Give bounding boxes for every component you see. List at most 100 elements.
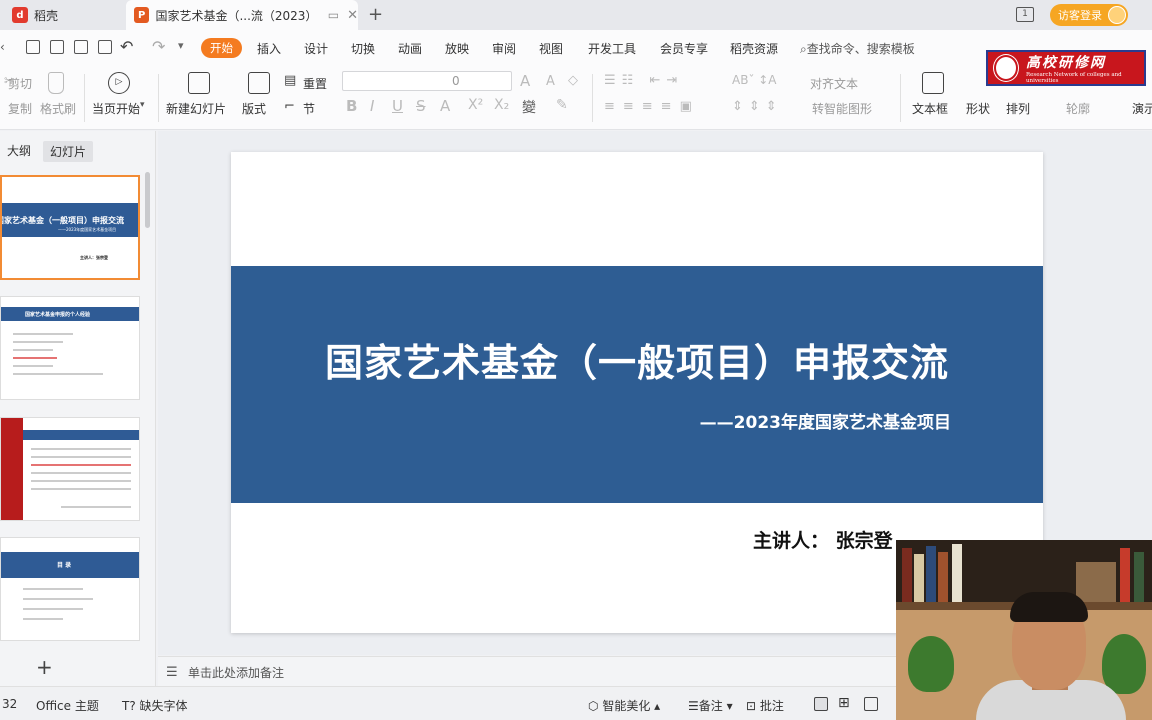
increase-font-icon[interactable]: A — [520, 72, 530, 90]
float-icon[interactable]: ▭ — [328, 8, 339, 22]
normal-view-icon[interactable] — [814, 697, 828, 711]
thumb-line — [23, 618, 63, 620]
comment-button[interactable]: ⊡ 批注 — [746, 697, 784, 714]
notes-placeholder: 单击此处添加备注 — [188, 666, 285, 680]
spacing-icons[interactable]: ⇕⇕⇕ — [732, 99, 783, 114]
smart-shape-button[interactable]: 转智能图形 — [812, 100, 872, 117]
menu-design[interactable]: 设计 — [304, 40, 328, 57]
theme-name[interactable]: Office 主题 — [36, 697, 99, 714]
menu-developer[interactable]: 开发工具 — [588, 40, 636, 57]
beautify-icon: ⬡ — [588, 699, 599, 713]
thumb-line — [13, 341, 63, 343]
text-direction-icon[interactable]: ABˇ ↕A — [732, 73, 777, 87]
clear-format-icon[interactable]: ◇ — [568, 73, 578, 88]
new-slide-icon — [188, 72, 210, 94]
italic-icon[interactable]: I — [370, 97, 374, 115]
section-button[interactable]: 节 — [303, 100, 315, 117]
panel-scrollbar[interactable] — [145, 172, 150, 228]
font-name-select[interactable] — [342, 71, 512, 91]
menu-animation[interactable]: 动画 — [398, 40, 422, 57]
align-icons[interactable]: ≡≡≡≡▣ — [604, 99, 700, 114]
subscript-icon[interactable]: X₂ — [494, 97, 509, 113]
menu-daoke-resources[interactable]: 稻壳资源 — [730, 40, 778, 57]
layout-button[interactable]: 版式 — [242, 100, 266, 117]
menu-start[interactable]: 开始 — [201, 38, 242, 58]
shape-button[interactable]: 形状 — [966, 100, 990, 117]
section-icon: ⌐ — [284, 99, 295, 114]
menu-view[interactable]: 视图 — [539, 40, 563, 57]
thumb-line — [61, 506, 131, 508]
underline-icon[interactable]: U — [392, 97, 403, 115]
highlight-icon[interactable]: ✎ — [556, 97, 568, 113]
tab-daoke-label: 稻壳 — [34, 8, 59, 23]
notes-label: 备注 — [698, 699, 723, 713]
command-search[interactable]: ⌕查找命令、搜索模板 — [800, 40, 915, 57]
slide-title[interactable]: 国家艺术基金（一般项目）申报交流 — [231, 332, 1043, 387]
phonetic-icon[interactable]: 變 — [522, 97, 536, 117]
format-painter-button[interactable]: 格式刷 — [40, 100, 76, 117]
slide-thumbnail-1[interactable]: 国家艺术基金（一般项目）申报交流 ——2023年度国家艺术基金项目 主讲人：张宗… — [0, 175, 140, 280]
menu-insert[interactable]: 插入 — [257, 40, 281, 57]
notes-button[interactable]: ☰备注 ▾ — [688, 697, 733, 714]
menu-transition[interactable]: 切换 — [351, 40, 375, 57]
slide-thumbnail-3[interactable] — [0, 417, 140, 521]
arrange-button[interactable]: 排列 — [1006, 100, 1030, 117]
superscript-icon[interactable]: X² — [468, 97, 483, 113]
slide-thumbnail-2[interactable]: 国家艺术基金申报的个人经验 — [0, 296, 140, 400]
reset-icon: ▤ — [284, 73, 297, 88]
thumb-title: 目 录 — [57, 562, 72, 569]
sorter-view-icon[interactable]: ⊞ — [838, 695, 850, 711]
reading-view-icon[interactable] — [864, 697, 878, 711]
menu-chevron-icon[interactable]: ‹ — [0, 40, 5, 54]
book — [1134, 552, 1144, 602]
play-current-button[interactable]: 当页开始 — [92, 100, 140, 117]
redo-icon[interactable]: ↷ — [152, 37, 165, 56]
slide-thumbnail-4[interactable]: 目 录 — [0, 537, 140, 641]
guest-login-button[interactable]: 访客登录 — [1050, 4, 1128, 26]
bold-icon[interactable]: B — [346, 97, 357, 115]
list-icons[interactable]: ☰☷ ⇤⇥ — [604, 73, 683, 88]
quick-access-dropdown-icon[interactable]: ▾ — [178, 39, 184, 52]
outline-button[interactable]: 轮廓 — [1066, 100, 1090, 117]
person-hair — [1010, 592, 1088, 622]
decrease-font-icon[interactable]: A — [546, 74, 555, 89]
window-layout-icon[interactable]: 1 — [1016, 7, 1034, 22]
add-slide-button[interactable]: + — [36, 655, 53, 679]
thumb-line — [13, 365, 53, 367]
menu-review[interactable]: 审阅 — [492, 40, 516, 57]
cut-button[interactable]: 剪切 — [8, 75, 32, 92]
command-search-label: 查找命令、搜索模板 — [806, 42, 915, 56]
tab-slides[interactable]: 幻灯片 — [43, 141, 94, 162]
export-icon[interactable] — [50, 40, 64, 54]
chevron-down-icon[interactable]: ▾ — [140, 100, 145, 110]
close-icon[interactable]: ✕ — [347, 8, 358, 23]
notes-toggle-icon: ☰ — [688, 699, 699, 713]
tab-daoke[interactable]: d 稻壳 — [12, 0, 58, 30]
present-button[interactable]: 演示 — [1132, 100, 1152, 117]
new-slide-button[interactable]: 新建幻灯片 — [166, 100, 226, 117]
missing-font-button[interactable]: T? 缺失字体 — [122, 697, 188, 714]
menu-slideshow[interactable]: 放映 — [445, 40, 469, 57]
preview-icon[interactable] — [98, 40, 112, 54]
print-icon[interactable] — [74, 40, 88, 54]
menu-member[interactable]: 会员专享 — [660, 40, 708, 57]
font-size-select[interactable]: 0 — [452, 74, 460, 88]
beautify-label: 智能美化 — [602, 699, 651, 713]
tab-outline[interactable]: 大纲 — [7, 142, 31, 159]
tab-document-label: 国家艺术基金（...流（2023） — [155, 8, 318, 23]
copy-button[interactable]: 复制 — [8, 100, 32, 117]
add-tab-icon[interactable]: + — [368, 4, 383, 25]
tab-document[interactable]: P 国家艺术基金（...流（2023） ▭ ✕ — [126, 0, 358, 30]
undo-icon[interactable]: ↶ — [120, 37, 133, 56]
beautify-button[interactable]: ⬡ 智能美化 ▴ — [588, 697, 660, 714]
reset-button[interactable]: 重置 — [303, 75, 327, 92]
book — [902, 548, 912, 602]
text-box-button[interactable]: 文本框 — [912, 100, 948, 117]
slide-speaker[interactable]: 主讲人： 张宗登 — [753, 526, 893, 553]
align-text-button[interactable]: 对齐文本 — [810, 75, 858, 92]
slide-subtitle[interactable]: ——2023年度国家艺术基金项目 — [700, 408, 951, 433]
font-color-icon[interactable]: A — [440, 97, 450, 115]
save-icon[interactable] — [26, 40, 40, 54]
strikethrough-icon[interactable]: S — [416, 97, 426, 115]
watermark-logo: 高校研修网 Research Network of colleges and u… — [986, 50, 1146, 86]
